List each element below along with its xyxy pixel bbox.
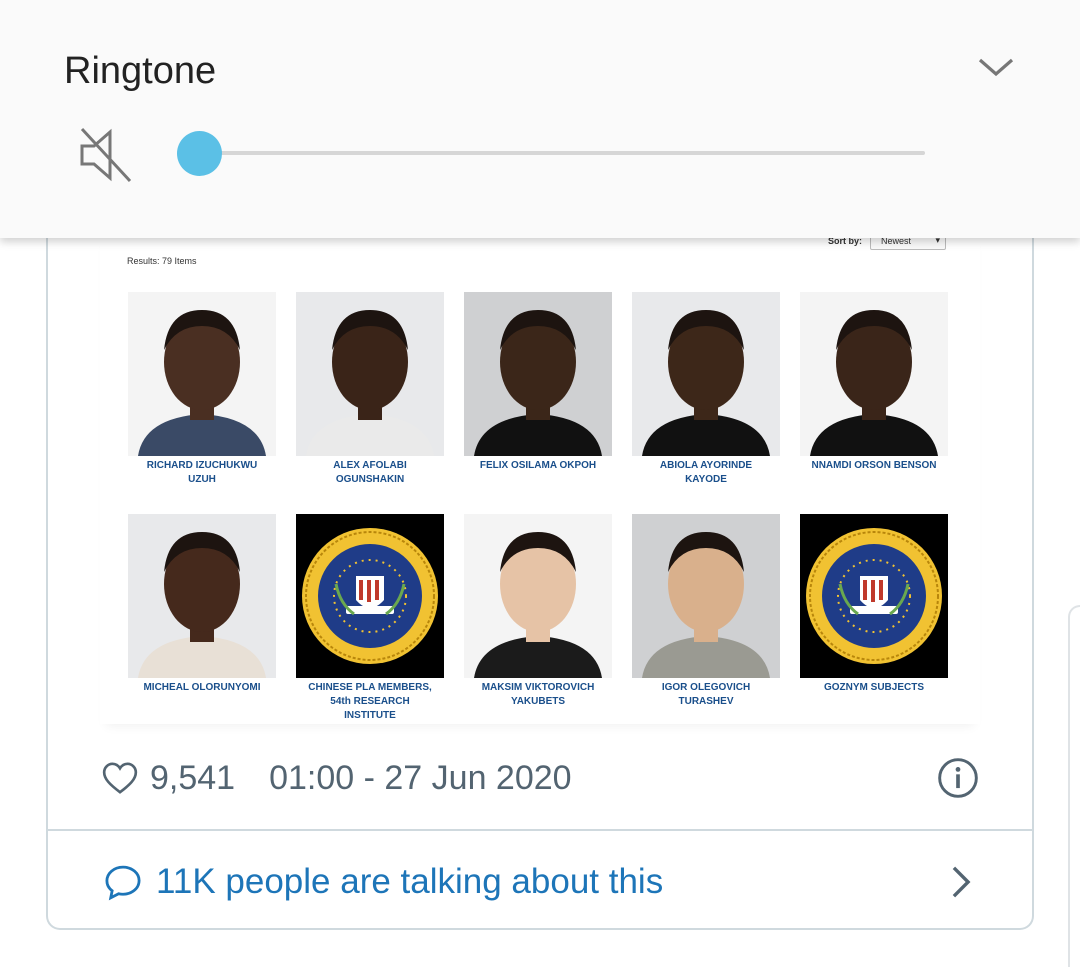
wanted-card[interactable]: RICHARD IZUCHUKWU UZUH [128,292,276,487]
person-photo [464,514,612,678]
wanted-name-line: TURASHEV [678,696,734,707]
conversation-link[interactable]: 11K people are talking about this [102,858,663,906]
conversation-label: 11K people are talking about this [156,862,664,901]
wanted-name-line: MAKSIM VIKTOROVICH [481,682,595,693]
wanted-name-line: UZUH [188,474,216,485]
fbi-seal-image [296,514,444,678]
wanted-name[interactable]: FELIX OSILAMA OKPOH [464,459,612,473]
wanted-name-line: ALEX AFOLABI [333,460,407,471]
tweet-timestamp[interactable]: 01:00 - 27 Jun 2020 [269,759,571,798]
wanted-name-line: YAKUBETS [510,696,566,707]
divider [48,829,1032,831]
wanted-card[interactable]: GOZNYM SUBJECTS [800,514,948,695]
adjacent-card-edge [1068,605,1080,967]
wanted-card[interactable]: ALEX AFOLABI OGUNSHAKIN [296,292,444,487]
wanted-name-line: ABIOLA AYORINDE [659,460,753,471]
wanted-name-line: MICHEAL OLORUNYOMI [143,682,261,693]
tweet-stats: 9,541 01:00 - 27 Jun 2020 [100,755,572,801]
wanted-card[interactable]: NNAMDI ORSON BENSON [800,292,948,473]
wanted-grid: RICHARD IZUCHUKWU UZUH ALEX AFOLABI OGUNSHA… [100,230,980,724]
wanted-name[interactable]: RICHARD IZUCHUKWU UZUH [128,459,276,487]
person-photo [632,514,780,678]
chevron-down-icon[interactable] [976,52,1016,82]
wanted-name-line: GOZNYM SUBJECTS [823,682,924,693]
fbi-seal-image [800,514,948,678]
wanted-card[interactable]: MAKSIM VIKTOROVICH YAKUBETS [464,514,612,709]
person-photo [800,292,948,456]
person-photo [128,292,276,456]
wanted-name-line: OGUNSHAKIN [335,474,405,485]
person-photo [632,292,780,456]
wanted-name-line: CHINESE PLA MEMBERS, [308,682,432,693]
wanted-name-line: RICHARD IZUCHUKWU [146,460,258,471]
wanted-name[interactable]: ABIOLA AYORINDE KAYODE [632,459,780,487]
wanted-name[interactable]: GOZNYM SUBJECTS [800,681,948,695]
volume-slider-track[interactable] [200,151,925,155]
person-photo [464,292,612,456]
wanted-card[interactable]: ABIOLA AYORINDE KAYODE [632,292,780,487]
wanted-name[interactable]: MICHEAL OLORUNYOMI [128,681,276,695]
volume-panel: Ringtone [0,0,1080,238]
wanted-name-line: KAYODE [685,474,727,485]
wanted-name-line: FELIX OSILAMA OKPOH [479,460,597,471]
like-count: 9,541 [150,758,236,797]
wanted-name[interactable]: NNAMDI ORSON BENSON [800,459,948,473]
wanted-name[interactable]: MAKSIM VIKTOROVICH YAKUBETS [464,681,612,709]
heart-icon[interactable] [100,758,140,798]
speech-bubble-icon [105,865,141,901]
wanted-card[interactable]: MICHEAL OLORUNYOMI [128,514,276,695]
wanted-name[interactable]: IGOR OLEGOVICH TURASHEV [632,681,780,709]
wanted-card[interactable]: CHINESE PLA MEMBERS, 54th RESEARCH INSTITU… [296,514,444,723]
person-photo [296,292,444,456]
wanted-card[interactable]: FELIX OSILAMA OKPOH [464,292,612,473]
wanted-name[interactable]: ALEX AFOLABI OGUNSHAKIN [296,459,444,487]
speaker-muted-icon[interactable] [78,124,134,186]
volume-slider-thumb[interactable] [177,131,222,176]
embedded-image[interactable]: Sort by: Newest ▾ Results: 79 Items RICH… [100,230,980,724]
wanted-name-line: INSTITUTE [344,710,396,721]
chevron-right-icon[interactable] [944,862,978,902]
wanted-name-line: IGOR OLEGOVICH [661,682,751,693]
wanted-name-line: 54th RESEARCH [330,696,410,707]
volume-panel-title: Ringtone [64,50,217,92]
person-photo [128,514,276,678]
wanted-card[interactable]: IGOR OLEGOVICH TURASHEV [632,514,780,709]
wanted-name[interactable]: CHINESE PLA MEMBERS, 54th RESEARCH INSTITU… [296,681,444,723]
info-icon[interactable] [936,756,980,800]
wanted-name-line: NNAMDI ORSON BENSON [811,460,937,471]
